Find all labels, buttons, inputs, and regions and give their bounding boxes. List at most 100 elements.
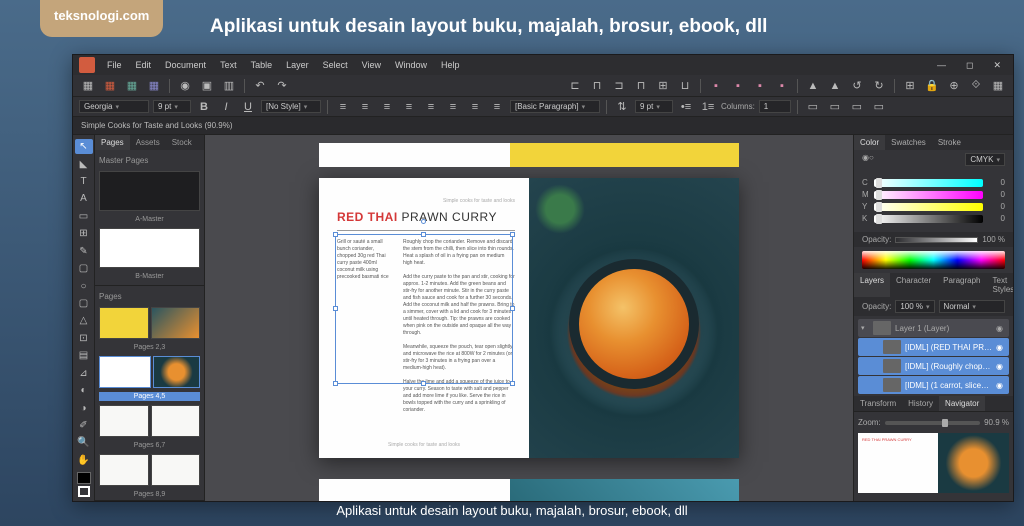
tab-transform[interactable]: Transform xyxy=(854,396,902,411)
tab-paragraph[interactable]: Paragraph xyxy=(937,273,986,297)
text-frame-3-icon[interactable]: ▭ xyxy=(848,98,866,116)
layer-visibility-icon[interactable]: ◉ xyxy=(996,362,1006,371)
snapping-icon[interactable]: ⊞ xyxy=(901,77,919,95)
doc-setup-icon[interactable]: ▦ xyxy=(79,77,97,95)
handle-mr[interactable] xyxy=(510,306,515,311)
color-mode-dropdown[interactable]: CMYK xyxy=(965,153,1005,166)
handle-tc[interactable] xyxy=(421,232,426,237)
canvas[interactable]: Simple cooks for taste and looks RED THA… xyxy=(205,135,853,501)
menu-edit[interactable]: Edit xyxy=(130,58,158,72)
picture-frame-tool-icon[interactable]: ⊡ xyxy=(75,331,93,346)
tab-stroke[interactable]: Stroke xyxy=(932,135,967,150)
preflight-icon[interactable]: ▦ xyxy=(123,77,141,95)
layer-visibility-icon[interactable]: ◉ xyxy=(996,381,1006,390)
menu-file[interactable]: File xyxy=(101,58,128,72)
handle-bl[interactable] xyxy=(333,381,338,386)
zoom-slider[interactable] xyxy=(885,421,980,425)
rectangle-tool-icon[interactable]: ▢ xyxy=(75,261,93,276)
transparency-tool-icon[interactable]: ◑ xyxy=(75,400,93,415)
insert-icon[interactable]: ⊕ xyxy=(945,77,963,95)
tab-assets[interactable]: Assets xyxy=(130,135,166,150)
menu-window[interactable]: Window xyxy=(389,58,433,72)
vector-crop-tool-icon[interactable]: ⊿ xyxy=(75,365,93,380)
page-2-thumb[interactable] xyxy=(99,307,149,339)
m-slider[interactable] xyxy=(874,191,983,199)
page-4-thumb[interactable] xyxy=(99,356,151,388)
stroke-swatch-icon[interactable] xyxy=(78,486,90,497)
align-center-text-icon[interactable]: ≡ xyxy=(356,98,374,116)
layer-item[interactable]: [IDML] (1 carrot, sliced...◉ xyxy=(858,376,1009,394)
text-frame-4-icon[interactable]: ▭ xyxy=(870,98,888,116)
handle-tl[interactable] xyxy=(333,232,338,237)
menu-text[interactable]: Text xyxy=(214,58,243,72)
art-text-tool-icon[interactable]: A xyxy=(75,191,93,206)
zoom-tool-icon[interactable]: 🔍 xyxy=(75,435,93,450)
tab-character[interactable]: Character xyxy=(890,273,937,297)
layer-visibility-icon[interactable]: ◉ xyxy=(996,324,1006,333)
fill-swatch-icon[interactable] xyxy=(77,472,91,484)
handle-tr[interactable] xyxy=(510,232,515,237)
italic-icon[interactable]: I xyxy=(217,98,235,116)
arrange-forward-icon[interactable]: ▪ xyxy=(729,77,747,95)
layer-item[interactable]: [IDML] (Roughly chop t...◉ xyxy=(858,357,1009,375)
fill-tool-icon[interactable]: ◐ xyxy=(75,383,93,398)
frame-text-tool-icon[interactable]: ▭ xyxy=(75,209,93,224)
handle-rotate[interactable] xyxy=(421,219,426,224)
page-right[interactable] xyxy=(529,178,739,458)
window-close-icon[interactable]: ✕ xyxy=(987,58,1007,73)
tab-stock[interactable]: Stock xyxy=(166,135,198,150)
document-tab[interactable]: Simple Cooks for Taste and Looks (90.9%) xyxy=(73,117,1013,135)
arrange-front-icon[interactable]: ▪ xyxy=(707,77,725,95)
k-slider[interactable] xyxy=(874,215,983,223)
layer-item[interactable]: [IDML] (RED THAI PRA...◉ xyxy=(858,338,1009,356)
arrange-back-icon[interactable]: ▪ xyxy=(773,77,791,95)
flip-h-icon[interactable]: ▲ xyxy=(804,77,822,95)
baseline-icon[interactable]: ▦ xyxy=(145,77,163,95)
move-tool-icon[interactable]: ↖ xyxy=(75,139,93,154)
number-list-icon[interactable]: 1≡ xyxy=(699,98,717,116)
page-5-thumb[interactable] xyxy=(153,356,201,388)
clip-canvas-icon[interactable]: ▥ xyxy=(220,77,238,95)
align-justify-all-icon[interactable]: ≡ xyxy=(488,98,506,116)
opacity-slider[interactable] xyxy=(895,237,978,243)
layer-visibility-icon[interactable]: ◉ xyxy=(996,343,1006,352)
master-a-thumb[interactable] xyxy=(99,171,200,211)
menu-help[interactable]: Help xyxy=(435,58,466,72)
tab-pages[interactable]: Pages xyxy=(95,135,130,150)
c-slider[interactable] xyxy=(874,179,983,187)
tab-layers[interactable]: Layers xyxy=(854,273,890,297)
place-image-tool-icon[interactable]: ▤ xyxy=(75,348,93,363)
tab-text-styles[interactable]: Text Styles xyxy=(987,273,1014,297)
lock-icon[interactable]: 🔒 xyxy=(923,77,941,95)
layer-opacity-dropdown[interactable]: 100 % xyxy=(895,300,934,313)
leading-icon[interactable]: ⇅ xyxy=(613,98,631,116)
fill-stroke-toggle[interactable]: ◉○ xyxy=(862,153,874,166)
color-spectrum[interactable] xyxy=(862,251,1005,269)
align-left-icon[interactable]: ⊏ xyxy=(566,77,584,95)
master-b-thumb[interactable] xyxy=(99,228,200,268)
rounded-rect-tool-icon[interactable]: ▢ xyxy=(75,296,93,311)
align-justify-center-icon[interactable]: ≡ xyxy=(444,98,462,116)
align-top-icon[interactable]: ⊓ xyxy=(632,77,650,95)
node-tool-icon[interactable]: ◣ xyxy=(75,156,93,171)
preferences-icon[interactable]: ▦ xyxy=(101,77,119,95)
table-tool-icon[interactable]: ⊞ xyxy=(75,226,93,241)
char-style-dropdown[interactable]: [No Style] xyxy=(261,100,321,113)
link-icon[interactable]: ⟐ xyxy=(967,77,985,95)
color-picker-tool-icon[interactable]: ✐ xyxy=(75,418,93,433)
page-7-thumb[interactable] xyxy=(151,405,201,437)
arrange-backward-icon[interactable]: ▪ xyxy=(751,77,769,95)
align-bottom-icon[interactable]: ⊔ xyxy=(676,77,694,95)
handle-bc[interactable] xyxy=(421,381,426,386)
menu-view[interactable]: View xyxy=(356,58,387,72)
navigator-thumb[interactable]: RED THAI PRAWN CURRY xyxy=(858,433,1009,493)
tab-history[interactable]: History xyxy=(902,396,939,411)
align-justify-right-icon[interactable]: ≡ xyxy=(466,98,484,116)
underline-icon[interactable]: U xyxy=(239,98,257,116)
text-frame-1-icon[interactable]: ▭ xyxy=(804,98,822,116)
window-maximize-icon[interactable]: ◻ xyxy=(960,58,979,73)
leading-dropdown[interactable]: 9 pt xyxy=(635,100,673,113)
layer-arrow-icon[interactable]: ▾ xyxy=(861,324,869,332)
menu-document[interactable]: Document xyxy=(159,58,212,72)
font-size-dropdown[interactable]: 9 pt xyxy=(153,100,191,113)
